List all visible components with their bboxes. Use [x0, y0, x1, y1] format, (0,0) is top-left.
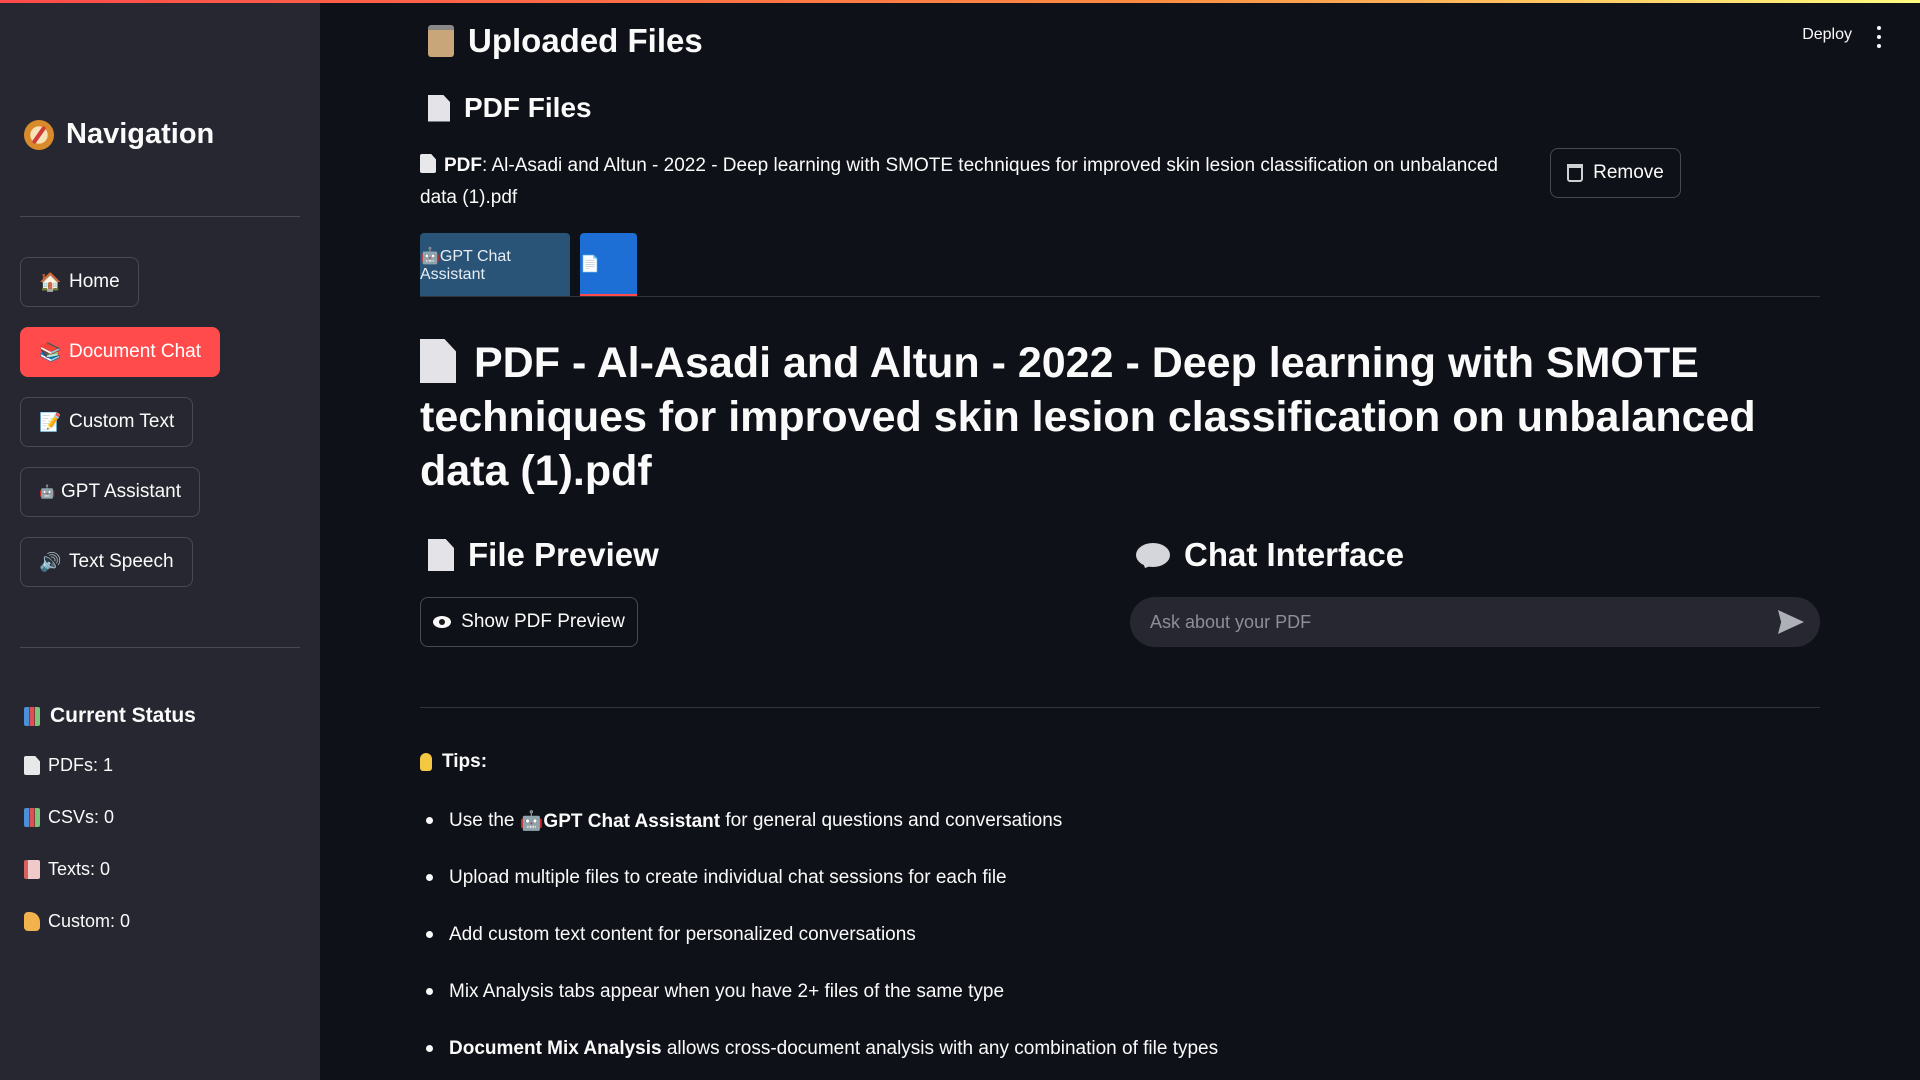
pdf-files-heading: PDF Files: [428, 92, 592, 124]
pdf-file-prefix: PDF: [444, 155, 482, 176]
memo-icon: [24, 860, 40, 879]
tip-text: Use the: [449, 809, 520, 831]
tip-text: for general questions and conversations: [720, 809, 1063, 831]
tips-heading: Tips:: [420, 751, 487, 773]
speech-bubble-icon: [1136, 543, 1170, 567]
tips-list: Use the 🤖GPT Chat Assistant for general …: [420, 792, 1820, 1077]
text-speech-button-label: Text Speech: [69, 551, 174, 572]
gpt-assistant-button[interactable]: 🤖 GPT Assistant: [20, 467, 201, 517]
sidebar-divider: [20, 216, 300, 217]
document-icon: [420, 154, 436, 173]
status-csvs-text: CSVs: 0: [48, 807, 115, 827]
writing-hand-icon: [24, 912, 40, 931]
document-icon: [420, 339, 456, 383]
status-custom: Custom: 0: [24, 911, 130, 932]
sidebar-title: Navigation: [24, 118, 214, 151]
custom-text-button[interactable]: 📝 Custom Text: [20, 397, 194, 447]
file-preview-heading: File Preview: [428, 536, 659, 574]
section-divider: [420, 707, 1820, 708]
bar-chart-icon: [24, 808, 40, 827]
chat-input[interactable]: [1130, 597, 1820, 647]
uploaded-files-heading: Uploaded Files: [428, 22, 703, 60]
list-item: Add custom text content for personalized…: [420, 906, 1820, 963]
lightbulb-icon: [420, 753, 432, 771]
tip-text: allows cross-document analysis with any …: [661, 1037, 1219, 1059]
tab-gpt-chat-assistant[interactable]: 🤖GPT Chat Assistant: [420, 233, 570, 297]
sidebar-divider: [20, 647, 300, 648]
tip-bold-text: Document Mix Analysis: [449, 1037, 662, 1059]
list-item: Use the 🤖GPT Chat Assistant for general …: [420, 792, 1820, 849]
compass-icon: [24, 119, 54, 150]
tab-gpt-chat-assistant-label: 🤖GPT Chat Assistant: [420, 248, 511, 283]
list-item: Upload multiple files to create individu…: [420, 849, 1820, 906]
status-title: Current Status: [24, 704, 196, 728]
pdf-file-name: : Al-Asadi and Altun - 2022 - Deep learn…: [420, 155, 1498, 208]
top-decoration-bar: [0, 0, 1920, 3]
sidebar-title-text: Navigation: [66, 118, 215, 150]
chat-interface-heading: Chat Interface: [1136, 536, 1404, 574]
document-icon: [24, 756, 40, 775]
chat-interface-title: Chat Interface: [1184, 536, 1405, 573]
text-speech-button[interactable]: 🔊 Text Speech: [20, 537, 193, 587]
document-chat-button-label: Document Chat: [69, 341, 202, 362]
custom-text-button-label: Custom Text: [69, 411, 175, 432]
remove-file-button[interactable]: Remove: [1550, 148, 1681, 198]
show-pdf-preview-label: Show PDF Preview: [461, 611, 625, 632]
books-icon: 📚: [39, 341, 62, 363]
memo-icon: 📝: [39, 411, 62, 433]
status-custom-text: Custom: 0: [48, 911, 131, 931]
list-item: Mix Analysis tabs appear when you have 2…: [420, 963, 1820, 1020]
deploy-button[interactable]: Deploy: [1802, 26, 1852, 44]
tip-text: Upload multiple files to create individu…: [449, 866, 1007, 888]
tab-pdf[interactable]: 📄 PDF: [580, 233, 637, 297]
speaker-icon: 🔊: [39, 551, 62, 573]
home-button-label: Home: [69, 271, 120, 292]
more-menu-icon[interactable]: [1876, 26, 1882, 48]
pdf-file-entry: PDF: Al-Asadi and Altun - 2022 - Deep le…: [420, 150, 1530, 214]
file-preview-title: File Preview: [468, 536, 659, 573]
status-texts: Texts: 0: [24, 859, 110, 880]
tips-title: Tips:: [442, 751, 488, 772]
clipboard-icon: [428, 25, 454, 57]
document-icon: [428, 94, 450, 122]
document-icon: [428, 539, 454, 571]
tip-bold-text: 🤖GPT Chat Assistant: [519, 810, 721, 832]
pdf-files-title: PDF Files: [464, 92, 592, 123]
list-item: Document Mix Analysis allows cross-docum…: [420, 1020, 1820, 1077]
gpt-assistant-button-label: GPT Assistant: [61, 481, 182, 502]
remove-file-label: Remove: [1593, 162, 1664, 183]
status-csvs: CSVs: 0: [24, 807, 114, 828]
status-pdfs-text: PDFs: 1: [48, 755, 114, 775]
uploaded-files-title: Uploaded Files: [468, 22, 703, 59]
tip-text: Mix Analysis tabs appear when you have 2…: [449, 980, 1005, 1002]
home-button[interactable]: 🏠 Home: [20, 257, 139, 307]
tab-pdf-label: 📄 PDF: [580, 255, 637, 273]
show-pdf-preview-button[interactable]: Show PDF Preview: [420, 597, 638, 647]
robot-icon: 🤖: [39, 484, 56, 500]
document-chat-button[interactable]: 📚 Document Chat: [20, 327, 221, 377]
status-title-text: Current Status: [50, 704, 196, 727]
status-pdfs: PDFs: 1: [24, 755, 113, 776]
sidebar: Navigation 🏠 Home 📚 Document Chat 📝 Cust…: [0, 0, 320, 1080]
eye-icon: [433, 616, 452, 628]
trash-icon: [1567, 164, 1584, 182]
bar-chart-icon: [24, 706, 40, 726]
house-icon: 🏠: [39, 271, 62, 293]
status-texts-text: Texts: 0: [48, 859, 111, 879]
tab-divider: [420, 296, 1820, 297]
document-title-text: PDF - Al-Asadi and Altun - 2022 - Deep l…: [420, 339, 1756, 495]
document-title: PDF - Al-Asadi and Altun - 2022 - Deep l…: [420, 336, 1820, 498]
tip-text: Add custom text content for personalized…: [449, 923, 916, 945]
